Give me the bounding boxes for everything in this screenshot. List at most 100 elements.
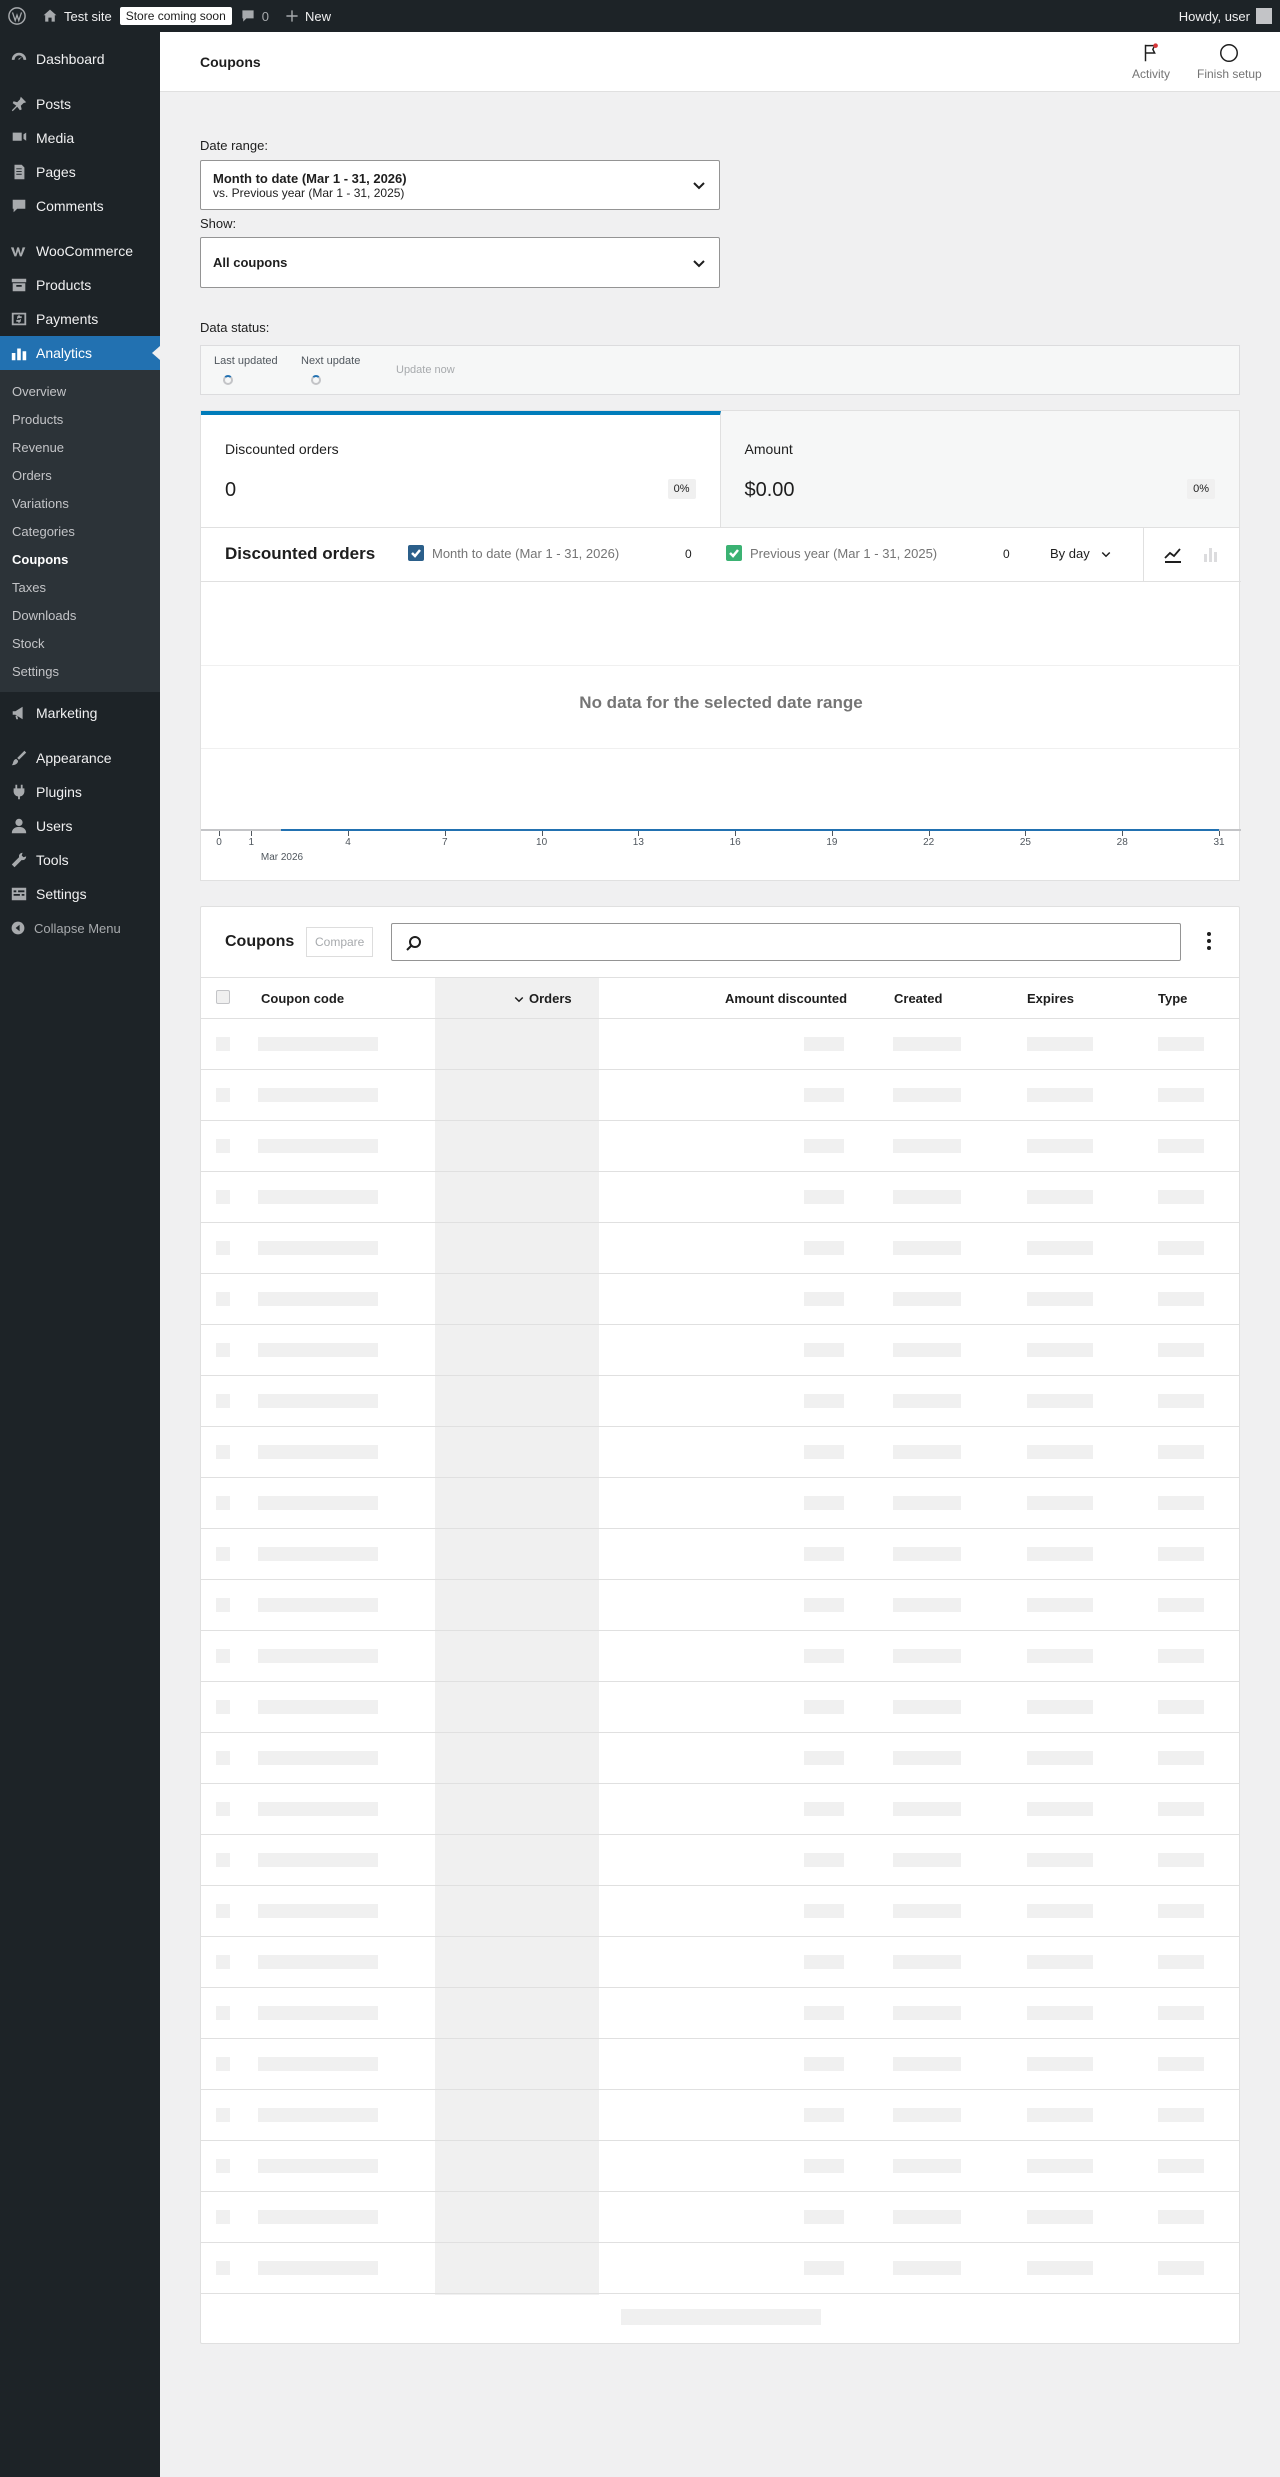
loading-placeholder: [258, 1292, 378, 1306]
column-header-type[interactable]: Type: [1158, 991, 1187, 1006]
loading-placeholder: [1158, 1445, 1204, 1459]
chart-bar-icon: [11, 348, 27, 361]
collapse-menu-button[interactable]: Collapse Menu: [0, 911, 160, 945]
sidebar-item-analytics[interactable]: Analytics: [0, 336, 160, 370]
sidebar-item-label: Analytics: [36, 345, 93, 361]
sidebar-item-label: Settings: [36, 886, 87, 902]
column-header-expires[interactable]: Expires: [1027, 991, 1074, 1006]
column-header-orders[interactable]: Orders: [513, 991, 572, 1006]
summary-discounted-orders[interactable]: Discounted orders 0 0%: [201, 411, 721, 527]
data-status-panel: Last updated Next update Update now: [200, 345, 1240, 395]
sidebar-item-label: Comments: [36, 198, 104, 214]
loading-placeholder: [804, 1343, 844, 1357]
show-dropdown[interactable]: All coupons: [200, 237, 720, 288]
loading-placeholder: [893, 1343, 961, 1357]
page-header: Coupons Activity Finish setup: [160, 32, 1280, 92]
comments-link[interactable]: 0: [232, 0, 277, 32]
loading-placeholder: [1158, 1853, 1204, 1867]
loading-placeholder: [1027, 2210, 1093, 2224]
submenu-item-variations[interactable]: Variations: [0, 489, 160, 517]
bar-chart-icon[interactable]: [1201, 544, 1221, 564]
woo-icon: [10, 247, 26, 257]
loading-placeholder: [893, 1904, 961, 1918]
submenu-item-downloads[interactable]: Downloads: [0, 601, 160, 629]
search-input[interactable]: [391, 923, 1181, 961]
table-row: [201, 1070, 1239, 1121]
sidebar-item-settings[interactable]: Settings: [0, 877, 160, 911]
more-options-icon[interactable]: [1201, 929, 1217, 955]
finish-setup-label: Finish setup: [1197, 67, 1262, 81]
loading-placeholder: [258, 1700, 378, 1714]
activity-button[interactable]: Activity: [1132, 42, 1170, 81]
loading-placeholder: [1027, 2006, 1093, 2020]
sidebar-item-tools[interactable]: Tools: [0, 843, 160, 877]
sidebar-item-label: Posts: [36, 96, 72, 112]
loading-placeholder: [216, 1649, 230, 1663]
sidebar-item-label: Plugins: [36, 784, 82, 800]
sidebar-item-users[interactable]: Users: [0, 809, 160, 843]
loading-placeholder: [216, 1445, 230, 1459]
sidebar-item-woocommerce[interactable]: WooCommerce: [0, 234, 160, 268]
plus-icon: [286, 10, 298, 22]
summary-value: 0: [225, 479, 237, 501]
sidebar-item-media[interactable]: Media: [0, 121, 160, 155]
loading-placeholder: [893, 1088, 961, 1102]
loading-placeholder: [258, 1496, 378, 1510]
loading-placeholder: [258, 2057, 378, 2071]
submenu-item-settings[interactable]: Settings: [0, 657, 160, 685]
submenu-item-taxes[interactable]: Taxes: [0, 573, 160, 601]
loading-placeholder: [216, 1955, 230, 1969]
howdy-text: Howdy, user: [1178, 8, 1250, 24]
loading-placeholder: [216, 2057, 230, 2071]
loading-placeholder: [216, 1904, 230, 1918]
sidebar-item-posts[interactable]: Posts: [0, 87, 160, 121]
chart-panel: Discounted orders Month to date (Mar 1 -…: [200, 528, 1241, 881]
submenu-item-coupons[interactable]: Coupons: [0, 545, 160, 573]
sidebar-item-appearance[interactable]: Appearance: [0, 741, 160, 775]
table-row: [201, 2090, 1239, 2141]
store-coming-soon-badge[interactable]: Store coming soon: [119, 7, 232, 25]
show-label: Show:: [200, 216, 237, 231]
date-range-dropdown[interactable]: Month to date (Mar 1 - 31, 2026) vs. Pre…: [200, 160, 720, 210]
date-range-primary: Month to date (Mar 1 - 31, 2026): [213, 170, 407, 186]
wordpress-logo-icon[interactable]: [0, 0, 34, 32]
sidebar-item-pages[interactable]: Pages: [0, 155, 160, 189]
submenu-item-categories[interactable]: Categories: [0, 517, 160, 545]
sidebar-item-payments[interactable]: Payments: [0, 302, 160, 336]
line-chart-icon[interactable]: [1163, 544, 1183, 564]
column-header-amount-discounted[interactable]: Amount discounted: [725, 991, 847, 1006]
submenu-item-revenue[interactable]: Revenue: [0, 433, 160, 461]
site-name-link[interactable]: Test site: [34, 0, 120, 32]
table-row: [201, 1580, 1239, 1631]
search-icon: [406, 936, 421, 951]
submenu-item-products[interactable]: Products: [0, 405, 160, 433]
column-header-created[interactable]: Created: [894, 991, 942, 1006]
loading-placeholder: [1158, 2108, 1204, 2122]
x-tick-mark: [1025, 831, 1027, 836]
new-content-link[interactable]: New: [277, 0, 339, 32]
update-now-button[interactable]: Update now: [396, 364, 455, 376]
table-row: [201, 1121, 1239, 1172]
interval-select[interactable]: By day: [1050, 546, 1112, 561]
data-status-label: Data status:: [200, 320, 270, 335]
sidebar-item-products[interactable]: Products: [0, 268, 160, 302]
summary-amount[interactable]: Amount $0.00 0%: [720, 411, 1239, 527]
submenu-item-overview[interactable]: Overview: [0, 377, 160, 405]
submenu-item-stock[interactable]: Stock: [0, 629, 160, 657]
select-all-checkbox[interactable]: [216, 990, 230, 1004]
column-header-coupon-code[interactable]: Coupon code: [261, 991, 344, 1006]
user-account-menu[interactable]: Howdy, user: [1171, 0, 1280, 32]
submenu-item-orders[interactable]: Orders: [0, 461, 160, 489]
finish-setup-button[interactable]: Finish setup: [1197, 42, 1262, 81]
compare-button[interactable]: Compare: [306, 927, 374, 957]
sidebar-item-comments[interactable]: Comments: [0, 189, 160, 223]
legend-item-previous[interactable]: Previous year (Mar 1 - 31, 2025): [726, 545, 937, 561]
legend-checkbox[interactable]: [408, 545, 424, 561]
legend-item-current[interactable]: Month to date (Mar 1 - 31, 2026): [408, 545, 619, 561]
legend-checkbox[interactable]: [726, 545, 742, 561]
sidebar-item-marketing[interactable]: Marketing: [0, 696, 160, 730]
sidebar-item-plugins[interactable]: Plugins: [0, 775, 160, 809]
sidebar-item-dashboard[interactable]: Dashboard: [0, 42, 160, 76]
x-tick-label: 7: [442, 837, 448, 848]
x-tick-mark: [251, 831, 253, 836]
